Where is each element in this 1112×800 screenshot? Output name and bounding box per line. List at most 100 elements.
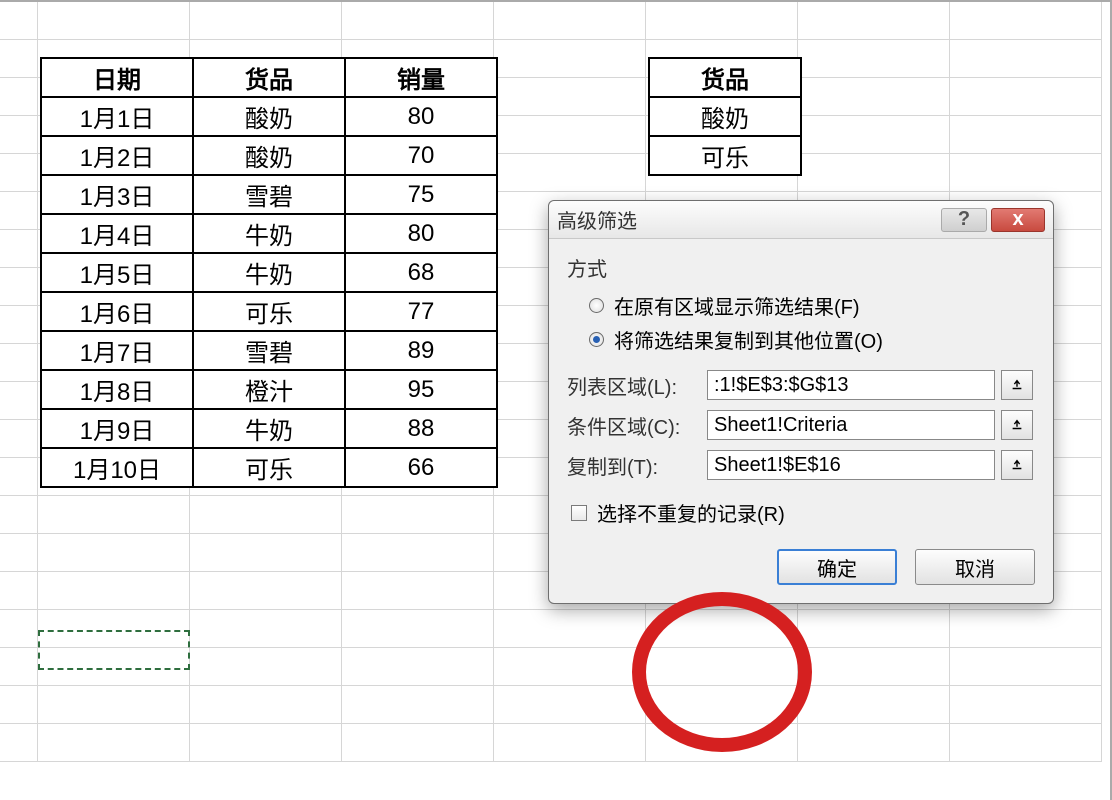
grid-cell[interactable] (494, 686, 646, 724)
table-cell[interactable]: 75 (345, 175, 497, 214)
help-button[interactable]: ? (941, 208, 987, 232)
table-cell[interactable]: 68 (345, 253, 497, 292)
grid-cell[interactable] (0, 572, 38, 610)
table-cell[interactable]: 牛奶 (193, 409, 345, 448)
grid-cell[interactable] (798, 2, 950, 40)
table-cell[interactable]: 雪碧 (193, 331, 345, 370)
grid-cell[interactable] (0, 458, 38, 496)
table-cell[interactable]: 66 (345, 448, 497, 487)
grid-cell[interactable] (190, 496, 342, 534)
grid-cell[interactable] (646, 686, 798, 724)
grid-cell[interactable] (646, 2, 798, 40)
grid-cell[interactable] (950, 2, 1102, 40)
grid-cell[interactable] (190, 610, 342, 648)
table-cell[interactable]: 酸奶 (193, 97, 345, 136)
grid-cell[interactable] (342, 496, 494, 534)
grid-cell[interactable] (38, 534, 190, 572)
grid-cell[interactable] (38, 724, 190, 762)
unique-records-checkbox[interactable] (571, 505, 587, 521)
grid-cell[interactable] (950, 610, 1102, 648)
table-cell[interactable]: 89 (345, 331, 497, 370)
table-cell[interactable]: 80 (345, 97, 497, 136)
radio-copy-to-other[interactable] (589, 332, 604, 347)
table-cell[interactable]: 1月2日 (41, 136, 193, 175)
list-range-input[interactable] (707, 370, 995, 400)
grid-cell[interactable] (798, 648, 950, 686)
grid-cell[interactable] (950, 686, 1102, 724)
grid-cell[interactable] (646, 724, 798, 762)
grid-cell[interactable] (0, 344, 38, 382)
radio-filter-in-place[interactable] (589, 298, 604, 313)
table-cell[interactable]: 牛奶 (193, 253, 345, 292)
grid-cell[interactable] (494, 2, 646, 40)
grid-cell[interactable] (950, 40, 1102, 78)
grid-cell[interactable] (190, 648, 342, 686)
grid-cell[interactable] (798, 78, 950, 116)
grid-cell[interactable] (494, 40, 646, 78)
grid-cell[interactable] (494, 154, 646, 192)
table-cell[interactable]: 酸奶 (193, 136, 345, 175)
table-cell[interactable]: 可乐 (193, 292, 345, 331)
table-cell[interactable]: 1月4日 (41, 214, 193, 253)
grid-cell[interactable] (0, 686, 38, 724)
grid-cell[interactable] (190, 686, 342, 724)
grid-cell[interactable] (646, 610, 798, 648)
grid-cell[interactable] (798, 116, 950, 154)
copy-to-picker[interactable] (1001, 450, 1033, 480)
list-range-picker[interactable] (1001, 370, 1033, 400)
grid-cell[interactable] (798, 154, 950, 192)
grid-cell[interactable] (38, 496, 190, 534)
grid-cell[interactable] (342, 686, 494, 724)
grid-cell[interactable] (0, 496, 38, 534)
cancel-button[interactable]: 取消 (915, 549, 1035, 585)
grid-cell[interactable] (798, 686, 950, 724)
close-button[interactable]: x (991, 208, 1045, 232)
grid-cell[interactable] (950, 116, 1102, 154)
grid-cell[interactable] (38, 572, 190, 610)
ok-button[interactable]: 确定 (777, 549, 897, 585)
table-cell[interactable]: 1月9日 (41, 409, 193, 448)
grid-cell[interactable] (190, 534, 342, 572)
grid-cell[interactable] (950, 78, 1102, 116)
grid-cell[interactable] (950, 648, 1102, 686)
copy-to-input[interactable] (707, 450, 995, 480)
table-cell[interactable]: 1月5日 (41, 253, 193, 292)
grid-cell[interactable] (342, 648, 494, 686)
table-cell[interactable]: 1月7日 (41, 331, 193, 370)
grid-cell[interactable] (0, 2, 38, 40)
grid-cell[interactable] (0, 306, 38, 344)
grid-cell[interactable] (0, 534, 38, 572)
grid-cell[interactable] (0, 40, 38, 78)
table-cell[interactable]: 1月6日 (41, 292, 193, 331)
grid-cell[interactable] (950, 154, 1102, 192)
grid-cell[interactable] (190, 2, 342, 40)
dialog-titlebar[interactable]: 高级筛选 ? x (549, 201, 1053, 239)
table-cell[interactable]: 可乐 (193, 448, 345, 487)
grid-cell[interactable] (38, 686, 190, 724)
grid-cell[interactable] (798, 40, 950, 78)
grid-cell[interactable] (342, 610, 494, 648)
grid-cell[interactable] (798, 724, 950, 762)
grid-cell[interactable] (950, 724, 1102, 762)
table-cell[interactable]: 88 (345, 409, 497, 448)
grid-cell[interactable] (494, 648, 646, 686)
grid-cell[interactable] (0, 648, 38, 686)
table-cell[interactable]: 1月3日 (41, 175, 193, 214)
grid-cell[interactable] (0, 382, 38, 420)
table-cell[interactable]: 70 (345, 136, 497, 175)
criteria-range-input[interactable] (707, 410, 995, 440)
grid-cell[interactable] (38, 2, 190, 40)
col-header-date[interactable]: 日期 (41, 58, 193, 97)
criteria-header[interactable]: 货品 (649, 58, 801, 97)
table-cell[interactable]: 1月1日 (41, 97, 193, 136)
grid-cell[interactable] (494, 116, 646, 154)
grid-cell[interactable] (494, 724, 646, 762)
grid-cell[interactable] (190, 572, 342, 610)
grid-cell[interactable] (342, 534, 494, 572)
table-cell[interactable]: 橙汁 (193, 370, 345, 409)
grid-cell[interactable] (0, 192, 38, 230)
grid-cell[interactable] (342, 572, 494, 610)
grid-cell[interactable] (0, 724, 38, 762)
criteria-range-picker[interactable] (1001, 410, 1033, 440)
grid-cell[interactable] (0, 230, 38, 268)
